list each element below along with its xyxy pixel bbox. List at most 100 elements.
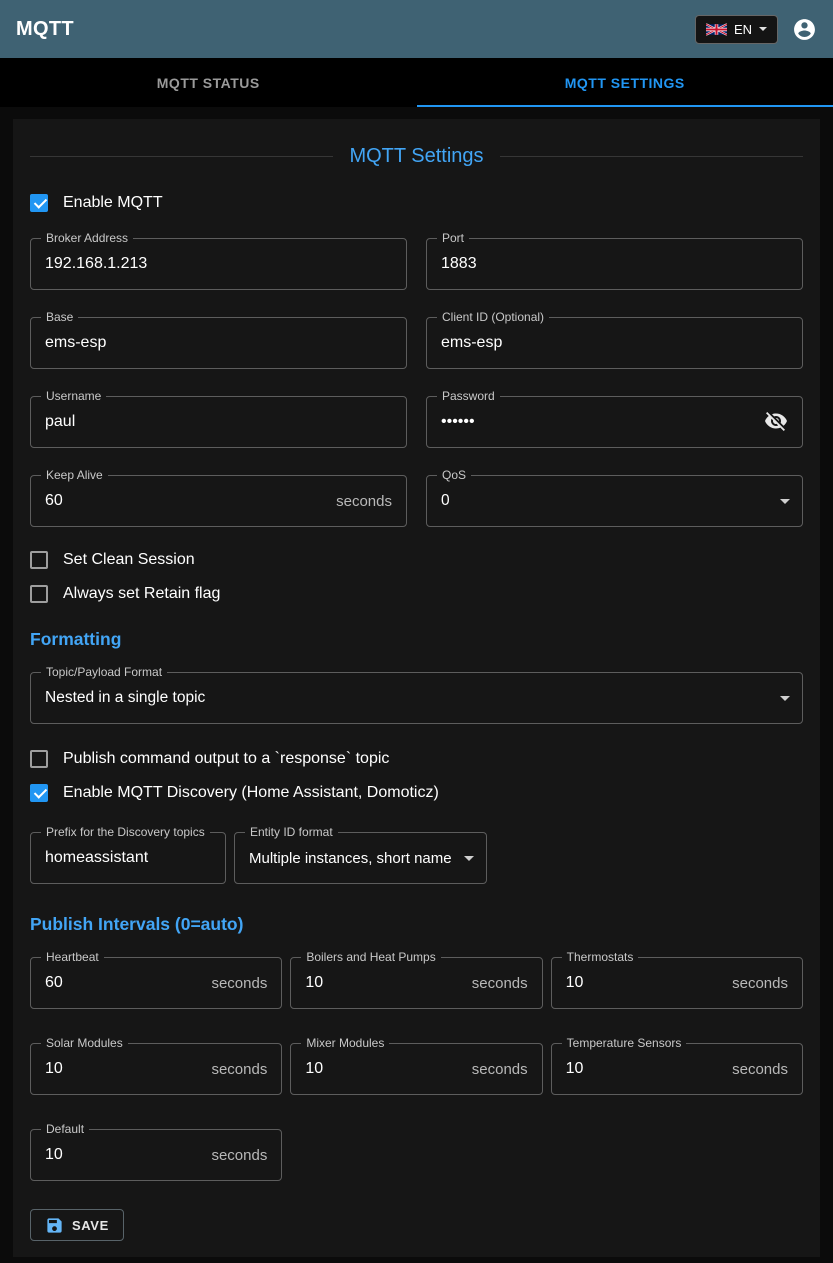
- mixer-interval-field: Mixer Modules seconds: [290, 1043, 542, 1095]
- temperature-label: Temperature Sensors: [562, 1036, 687, 1050]
- app-bar: MQTT EN: [0, 0, 833, 58]
- mqtt-discovery-checkbox[interactable]: [30, 784, 48, 802]
- enable-mqtt-checkbox[interactable]: [30, 194, 48, 212]
- keep-alive-label: Keep Alive: [41, 468, 108, 482]
- keep-alive-field: Keep Alive seconds: [30, 475, 407, 527]
- thermostats-interval-field: Thermostats seconds: [551, 957, 803, 1009]
- qos-label: QoS: [437, 468, 471, 482]
- chevron-down-icon: [759, 27, 767, 31]
- page-title: MQTT Settings: [30, 145, 803, 168]
- language-label: EN: [734, 22, 752, 37]
- retain-flag-label: Always set Retain flag: [63, 585, 220, 603]
- retain-flag-row[interactable]: Always set Retain flag: [30, 585, 220, 603]
- client-id-field: Client ID (Optional): [426, 317, 803, 369]
- entity-id-format-value: Multiple instances, short name: [249, 850, 470, 867]
- mixer-input[interactable]: [305, 1060, 471, 1078]
- save-button-label: SAVE: [72, 1218, 109, 1233]
- enable-mqtt-label: Enable MQTT: [63, 194, 163, 212]
- mqtt-settings-card: MQTT Settings Enable MQTT Broker Address…: [13, 119, 820, 1257]
- port-input[interactable]: [441, 255, 788, 273]
- chevron-down-icon: [464, 856, 474, 861]
- discovery-prefix-label: Prefix for the Discovery topics: [41, 825, 210, 839]
- tab-mqtt-status-label: MQTT STATUS: [157, 75, 260, 91]
- retain-flag-checkbox[interactable]: [30, 585, 48, 603]
- thermostats-unit: seconds: [732, 975, 788, 992]
- base-label: Base: [41, 310, 78, 324]
- base-input[interactable]: [45, 334, 392, 352]
- topic-format-value: Nested in a single topic: [45, 689, 205, 707]
- client-id-input[interactable]: [441, 334, 788, 352]
- solar-interval-field: Solar Modules seconds: [30, 1043, 282, 1095]
- mixer-unit: seconds: [472, 1061, 528, 1078]
- publish-response-row[interactable]: Publish command output to a `response` t…: [30, 750, 389, 768]
- temperature-unit: seconds: [732, 1061, 788, 1078]
- tab-mqtt-status[interactable]: MQTT STATUS: [0, 58, 417, 107]
- heartbeat-input[interactable]: [45, 974, 211, 992]
- solar-unit: seconds: [211, 1061, 267, 1078]
- temperature-interval-field: Temperature Sensors seconds: [551, 1043, 803, 1095]
- port-field: Port: [426, 238, 803, 290]
- discovery-prefix-field: Prefix for the Discovery topics: [30, 832, 226, 884]
- temperature-input[interactable]: [566, 1060, 732, 1078]
- entity-id-format-select[interactable]: Entity ID format Multiple instances, sho…: [234, 832, 487, 884]
- chevron-down-icon: [780, 499, 790, 504]
- broker-address-field: Broker Address: [30, 238, 407, 290]
- username-label: Username: [41, 389, 106, 403]
- mixer-label: Mixer Modules: [301, 1036, 389, 1050]
- solar-input[interactable]: [45, 1060, 211, 1078]
- default-unit: seconds: [211, 1147, 267, 1164]
- password-input[interactable]: [441, 413, 764, 431]
- boilers-unit: seconds: [472, 975, 528, 992]
- clean-session-row[interactable]: Set Clean Session: [30, 551, 195, 569]
- publish-response-checkbox[interactable]: [30, 750, 48, 768]
- entity-id-format-label: Entity ID format: [245, 825, 338, 839]
- mqtt-discovery-label: Enable MQTT Discovery (Home Assistant, D…: [63, 784, 439, 802]
- enable-mqtt-row[interactable]: Enable MQTT: [30, 194, 163, 212]
- toggle-password-visibility-button[interactable]: [764, 409, 788, 436]
- heartbeat-unit: seconds: [211, 975, 267, 992]
- port-label: Port: [437, 231, 469, 245]
- page-title-text: MQTT Settings: [333, 145, 499, 168]
- publish-response-label: Publish command output to a `response` t…: [63, 750, 389, 768]
- boilers-input[interactable]: [305, 974, 471, 992]
- base-field: Base: [30, 317, 407, 369]
- default-interval-field: Default seconds: [30, 1129, 282, 1181]
- account-circle-icon[interactable]: [792, 17, 817, 42]
- tab-bar: MQTT STATUS MQTT SETTINGS: [0, 58, 833, 107]
- keep-alive-input[interactable]: [45, 492, 336, 510]
- solar-label: Solar Modules: [41, 1036, 128, 1050]
- boilers-interval-field: Boilers and Heat Pumps seconds: [290, 957, 542, 1009]
- publish-intervals-heading: Publish Intervals (0=auto): [30, 914, 803, 935]
- save-button[interactable]: SAVE: [30, 1209, 124, 1241]
- heartbeat-label: Heartbeat: [41, 950, 104, 964]
- clean-session-label: Set Clean Session: [63, 551, 195, 569]
- discovery-fields: Prefix for the Discovery topics Entity I…: [30, 832, 803, 884]
- tab-mqtt-settings[interactable]: MQTT SETTINGS: [417, 58, 833, 107]
- qos-select[interactable]: QoS 0: [426, 475, 803, 527]
- uk-flag-icon: [706, 23, 727, 36]
- divider-line: [30, 156, 333, 157]
- topic-format-label: Topic/Payload Format: [41, 665, 167, 679]
- broker-address-input[interactable]: [45, 255, 392, 273]
- publish-intervals-grid: Heartbeat seconds Boilers and Heat Pumps…: [30, 957, 803, 1181]
- save-icon: [45, 1216, 64, 1235]
- discovery-prefix-input[interactable]: [45, 849, 211, 867]
- username-input[interactable]: [45, 413, 392, 431]
- boilers-label: Boilers and Heat Pumps: [301, 950, 440, 964]
- password-field: Password: [426, 396, 803, 448]
- mqtt-discovery-row[interactable]: Enable MQTT Discovery (Home Assistant, D…: [30, 784, 439, 802]
- broker-address-label: Broker Address: [41, 231, 133, 245]
- topic-format-select[interactable]: Topic/Payload Format Nested in a single …: [30, 672, 803, 724]
- thermostats-input[interactable]: [566, 974, 732, 992]
- divider-line: [500, 156, 803, 157]
- formatting-heading: Formatting: [30, 629, 803, 650]
- client-id-label: Client ID (Optional): [437, 310, 549, 324]
- language-button[interactable]: EN: [695, 15, 778, 44]
- default-label: Default: [41, 1122, 89, 1136]
- chevron-down-icon: [780, 696, 790, 701]
- visibility-off-icon: [764, 409, 788, 436]
- keep-alive-unit: seconds: [336, 493, 392, 510]
- username-field: Username: [30, 396, 407, 448]
- clean-session-checkbox[interactable]: [30, 551, 48, 569]
- default-input[interactable]: [45, 1146, 211, 1164]
